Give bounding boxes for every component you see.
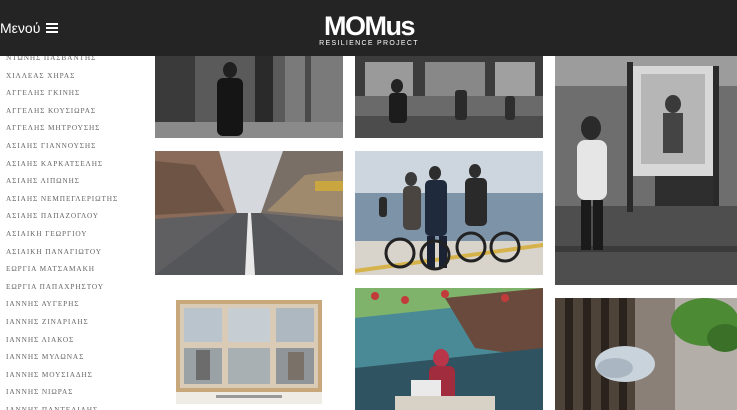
photographer-link[interactable]: ΑΓΓΕΛΗΣ ΜΗΤΡΟΥΣΗΣ xyxy=(0,119,150,137)
photo-man-street-bw[interactable] xyxy=(155,56,343,138)
photographer-link[interactable]: ΑΣΙΑΗΣ ΓΙΑΝΝΟΥΣΗΣ xyxy=(0,137,150,155)
logo-subtitle: RESILIENCE PROJECT xyxy=(319,40,419,47)
photo-window-view[interactable] xyxy=(176,300,322,404)
photographer-link[interactable]: ΕΩΡΓΙΑ ΜΑΤΣΑΜΑΚΗ xyxy=(0,260,150,278)
photographer-link[interactable]: ΑΣΙΑΙΚΗ ΓΕΩΡΓΙΟΥ xyxy=(0,225,150,243)
site-logo[interactable]: MOMus RESILIENCE PROJECT xyxy=(313,11,425,50)
photographer-link[interactable]: ΙΑΝΝΗΣ ΖΙΝΑΡΙΑΗΣ xyxy=(0,313,150,331)
menu-label: Μενού xyxy=(0,20,41,36)
top-bar: Μενού MOMus RESILIENCE PROJECT xyxy=(0,0,737,56)
photo-bus-stop-bw[interactable] xyxy=(355,56,543,138)
photographer-link[interactable]: ΙΑΝΝΗΣ ΛΙΑΚΟΣ xyxy=(0,331,150,349)
photo-woman-kiosk-bw[interactable] xyxy=(555,56,737,285)
photographer-link[interactable]: ΝΤΩΝΗΣ ΠΑΣΒΑΝΤΗΣ xyxy=(0,56,150,67)
photographer-list: ΝΤΩΝΗΣ ΠΑΣΒΑΝΤΗΣ ΧΙΛΛΕΑΣ ΧΗΡΑΣ ΑΓΓΕΛΗΣ Γ… xyxy=(0,56,150,410)
photographer-link[interactable]: ΑΣΙΑΗΣ ΝΕΜΠΕΓΛΕΡΙΩΤΗΣ xyxy=(0,190,150,208)
photographer-link[interactable]: ΑΓΓΕΛΗΣ ΚΟΥΣΙΩΡΑΣ xyxy=(0,102,150,120)
logo-title: MOMus xyxy=(324,11,416,41)
photo-police-cyclists[interactable] xyxy=(355,151,543,275)
photographer-link[interactable]: ΙΑΝΝΗΣ ΜΟΥΣΙΑΔΗΣ xyxy=(0,366,150,384)
photographer-link[interactable]: ΙΑΝΝΗΣ ΝΙΩΡΑΣ xyxy=(0,383,150,401)
photographer-link[interactable]: ΑΣΙΑΙΚΗ ΠΑΝΑΓΙΩΤΟΥ xyxy=(0,243,150,261)
photographer-link[interactable]: ΑΓΓΕΛΗΣ ΓΚΙΝΗΣ xyxy=(0,84,150,102)
photographer-link[interactable]: ΧΙΛΛΕΑΣ ΧΗΡΑΣ xyxy=(0,67,150,85)
menu-button[interactable]: Μενού xyxy=(0,17,59,39)
photographer-link[interactable]: ΑΣΙΑΗΣ ΠΑΠΑΖΟΓΛΟΥ xyxy=(0,207,150,225)
photographer-link[interactable]: ΙΑΝΝΗΣ ΜΥΛΩΝΑΣ xyxy=(0,348,150,366)
photographer-link[interactable]: ΕΩΡΓΙΑ ΠΑΠΑΧΡΗΣΤΟΥ xyxy=(0,278,150,296)
photo-mural-sewing[interactable] xyxy=(355,288,543,410)
photographer-link[interactable]: ΙΑΝΝΗΣ ΑΥΓΕΡΗΣ xyxy=(0,295,150,313)
photographer-link[interactable]: ΑΣΙΑΗΣ ΚΑΡΚΑΤΣΕΛΗΣ xyxy=(0,155,150,173)
photo-empty-avenue[interactable] xyxy=(155,151,343,275)
hamburger-icon xyxy=(46,23,59,33)
photographer-link[interactable]: ΙΑΝΝΗΣ ΠΑΝΤΕΛΙΑΗΣ xyxy=(0,401,150,410)
photographer-link[interactable]: ΑΣΙΑΗΣ ΛΙΠΩΝΗΣ xyxy=(0,172,150,190)
photo-glove-drain[interactable] xyxy=(555,298,737,410)
